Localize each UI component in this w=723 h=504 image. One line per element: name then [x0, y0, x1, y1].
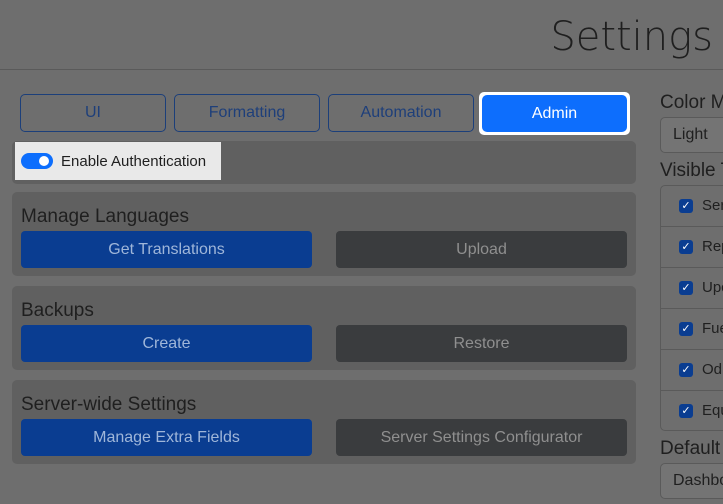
- default-label: Default: [660, 438, 721, 459]
- restore-backup-button[interactable]: Restore: [336, 325, 627, 362]
- tab-formatting[interactable]: Formatting: [174, 94, 320, 132]
- list-item[interactable]: ✓ Rep: [661, 227, 723, 268]
- section-server-wide-settings: Server-wide Settings Manage Extra Fields…: [12, 380, 636, 464]
- manage-extra-fields-button[interactable]: Manage Extra Fields: [21, 419, 312, 456]
- upload-button[interactable]: Upload: [336, 231, 627, 268]
- list-item[interactable]: ✓ Equ: [661, 391, 723, 432]
- tab-automation[interactable]: Automation: [328, 94, 474, 132]
- checkbox-checked-icon[interactable]: ✓: [679, 404, 693, 418]
- visible-tabs-list: ✓ Ser ✓ Rep ✓ Upc ✓ Fue ✓ Od ✓ Equ: [660, 185, 723, 431]
- tab-admin[interactable]: Admin: [482, 95, 627, 132]
- auth-toggle-switch[interactable]: [21, 153, 53, 169]
- list-item-label: Upc: [702, 279, 723, 296]
- checkbox-checked-icon[interactable]: ✓: [679, 363, 693, 377]
- section-backups: Backups Create Restore: [12, 286, 636, 370]
- color-mode-select[interactable]: Light: [660, 117, 723, 153]
- create-backup-button[interactable]: Create: [21, 325, 312, 362]
- list-item-label: Equ: [702, 402, 723, 419]
- section-title: Manage Languages: [21, 206, 189, 227]
- list-item[interactable]: ✓ Ser: [661, 186, 723, 227]
- list-item-label: Ser: [702, 197, 723, 214]
- checkbox-checked-icon[interactable]: ✓: [679, 199, 693, 213]
- get-translations-button[interactable]: Get Translations: [21, 231, 312, 268]
- section-manage-languages: Manage Languages Get Translations Upload: [12, 192, 636, 276]
- list-item-label: Rep: [702, 238, 723, 255]
- list-item[interactable]: ✓ Fue: [661, 309, 723, 350]
- header-divider: [0, 69, 723, 70]
- list-item-label: Fue: [702, 320, 723, 337]
- color-mode-label: Color M: [660, 92, 723, 113]
- default-select[interactable]: Dashbo: [660, 463, 723, 499]
- checkbox-checked-icon[interactable]: ✓: [679, 240, 693, 254]
- tab-ui[interactable]: UI: [20, 94, 166, 132]
- section-title: Server-wide Settings: [21, 394, 197, 415]
- visible-tabs-label: Visible T: [660, 160, 723, 181]
- list-item[interactable]: ✓ Od: [661, 350, 723, 391]
- checkbox-checked-icon[interactable]: ✓: [679, 322, 693, 336]
- checkbox-checked-icon[interactable]: ✓: [679, 281, 693, 295]
- server-settings-configurator-button[interactable]: Server Settings Configurator: [336, 419, 627, 456]
- page-title: Settings: [550, 14, 713, 60]
- section-title: Backups: [21, 300, 94, 321]
- list-item-label: Od: [702, 361, 723, 378]
- auth-toggle-label: Enable Authentication: [61, 152, 207, 170]
- list-item[interactable]: ✓ Upc: [661, 268, 723, 309]
- auth-toggle-row[interactable]: Enable Authentication: [15, 142, 221, 180]
